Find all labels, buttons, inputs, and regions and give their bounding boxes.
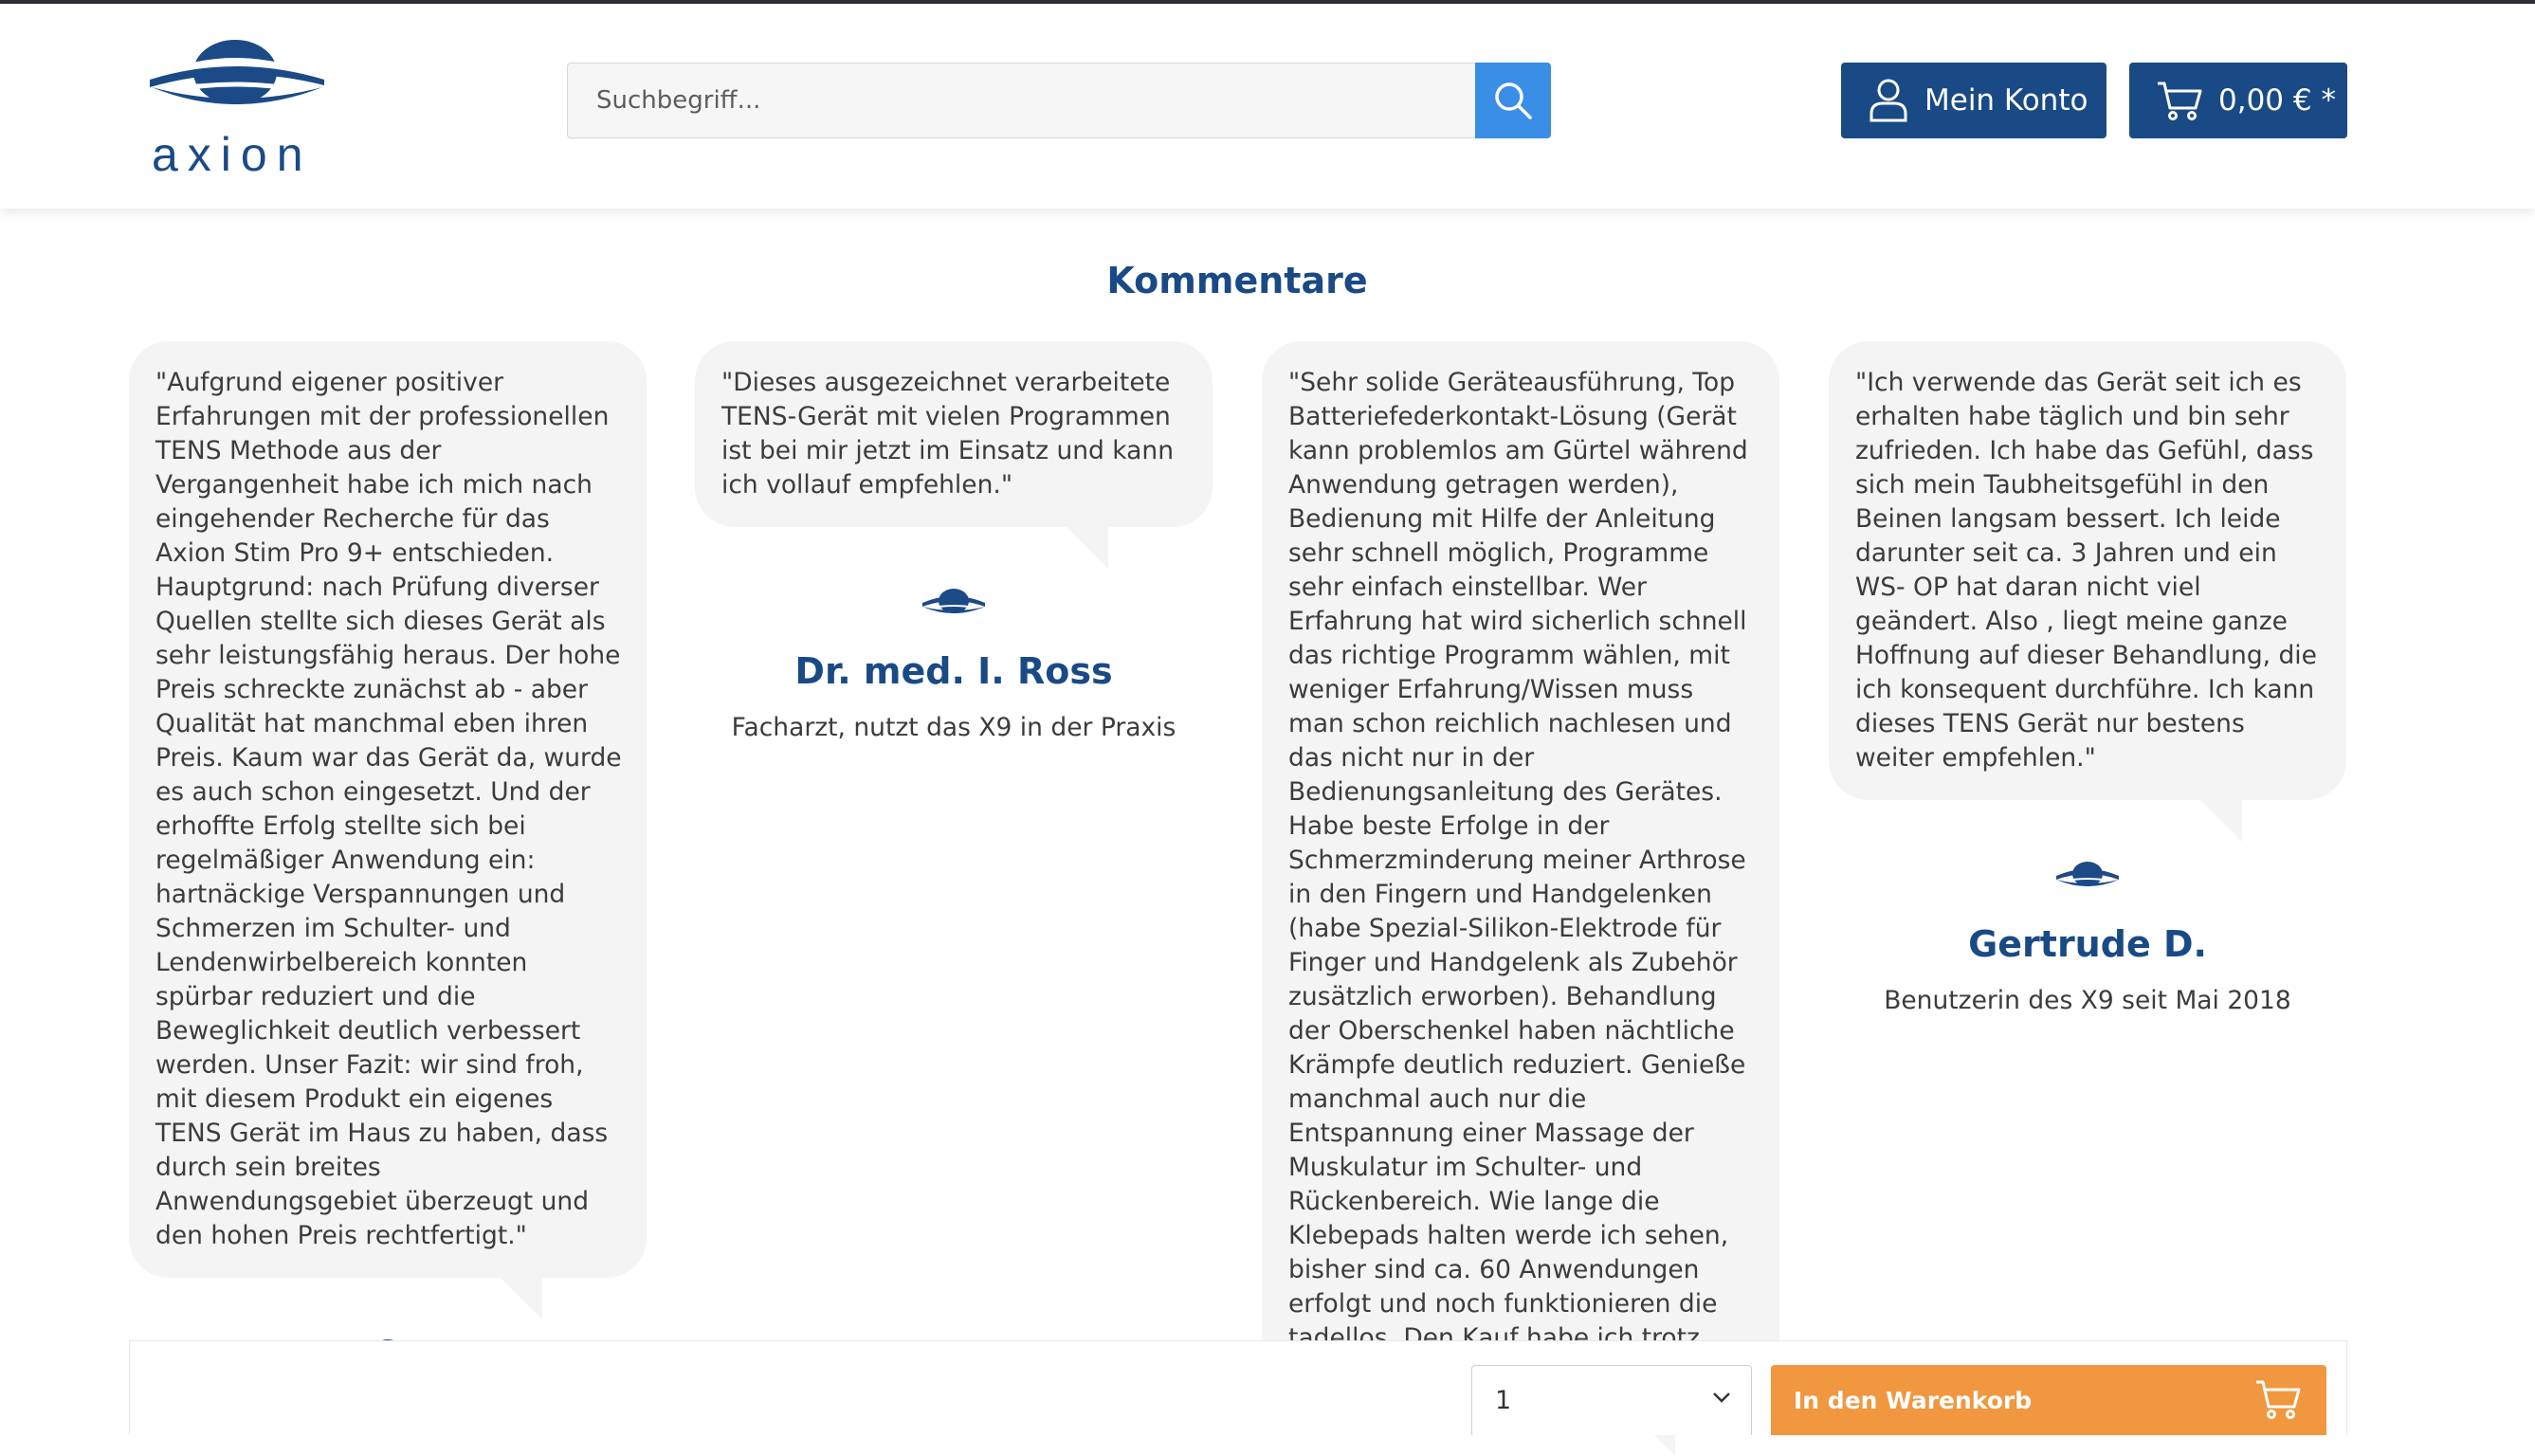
testimonial-card: "Ich verwende das Gerät seit ich es erha… bbox=[1829, 341, 2346, 1015]
testimonial-role: Facharzt, nutzt das X9 in der Praxis bbox=[731, 713, 1176, 742]
search-box bbox=[567, 63, 1477, 138]
add-to-cart-button[interactable]: In den Warenkorb bbox=[1771, 1365, 2326, 1435]
cart-button[interactable]: 0,00 € * bbox=[2129, 63, 2347, 138]
testimonial-card: "Aufgrund eigener positiver Erfahrungen … bbox=[129, 341, 647, 1374]
testimonial-quote: "Ich verwende das Gerät seit ich es erha… bbox=[1829, 341, 2346, 842]
testimonial-card: "Dieses ausgezeichnet verarbeitete TENS-… bbox=[695, 341, 1213, 742]
axion-emblem-icon bbox=[922, 589, 985, 613]
chevron-down-icon bbox=[1713, 1392, 1730, 1403]
testimonial-quote: "Sehr solide Geräteausführung, Top Batte… bbox=[1262, 341, 1779, 1456]
search-button[interactable] bbox=[1475, 63, 1551, 138]
account-label: Mein Konto bbox=[1924, 83, 2088, 118]
search-icon bbox=[1495, 82, 1532, 119]
site-header: axion Mein Konto 0,00 € * bbox=[0, 4, 2535, 209]
quantity-value: 1 bbox=[1495, 1386, 1512, 1415]
add-to-cart-label: In den Warenkorb bbox=[1794, 1386, 2033, 1414]
cart-icon bbox=[2158, 82, 2202, 120]
cart-icon bbox=[2256, 1380, 2301, 1419]
testimonial-quote: "Aufgrund eigener positiver Erfahrungen … bbox=[129, 341, 647, 1320]
section-title: Kommentare bbox=[1106, 259, 1368, 301]
account-button[interactable]: Mein Konto bbox=[1841, 63, 2106, 138]
testimonial-quote: "Dieses ausgezeichnet verarbeitete TENS-… bbox=[695, 341, 1213, 569]
testimonial-card: "Sehr solide Geräteausführung, Top Batte… bbox=[1262, 341, 1779, 1456]
testimonial-author: Gertrude D. bbox=[1968, 923, 2207, 965]
search-input[interactable] bbox=[568, 64, 1476, 137]
cart-total: 0,00 € * bbox=[2218, 83, 2336, 118]
quantity-select[interactable]: 1 bbox=[1471, 1365, 1752, 1435]
user-icon bbox=[1869, 79, 1907, 122]
logo-wordmark: axion bbox=[152, 128, 313, 181]
testimonial-role: Benutzerin des X9 seit Mai 2018 bbox=[1884, 986, 2291, 1015]
axion-emblem-icon bbox=[2056, 862, 2119, 886]
testimonial-author: Dr. med. I. Ross bbox=[794, 650, 1113, 692]
